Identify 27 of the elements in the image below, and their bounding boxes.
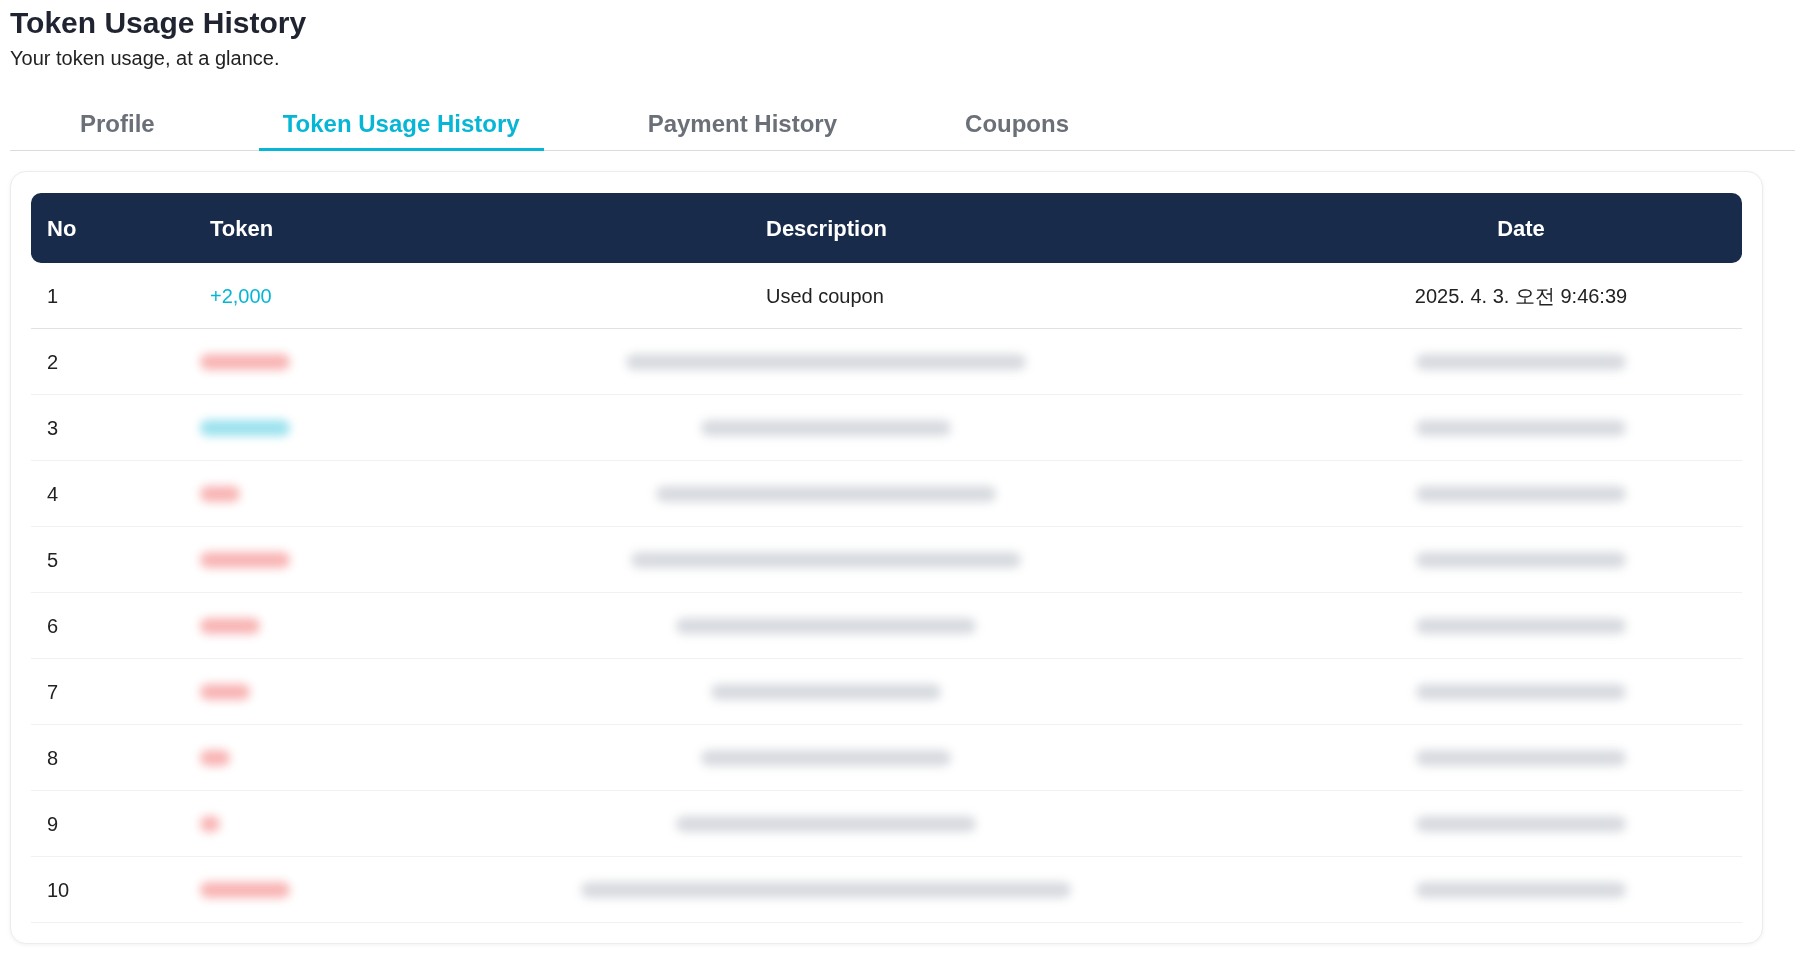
row-number: 1 <box>47 284 59 307</box>
page-title: Token Usage History <box>10 5 308 41</box>
redacted-token <box>200 683 250 700</box>
row-number: 10 <box>47 878 70 901</box>
page-subtitle: Your token usage, at a glance. <box>10 46 281 71</box>
row-number: 3 <box>47 416 59 439</box>
description-text: Used coupon <box>766 283 884 309</box>
column-header: Description <box>766 215 888 241</box>
row-number: 6 <box>47 614 59 637</box>
row-number: 2 <box>47 350 59 373</box>
tab[interactable]: Coupons <box>941 106 1094 151</box>
tab[interactable]: Payment History <box>623 106 862 151</box>
tab[interactable]: Profile <box>56 106 179 151</box>
redacted-token <box>200 815 220 832</box>
column-header: Token <box>210 215 274 241</box>
column-header: Date <box>1497 215 1545 241</box>
redacted-token <box>200 749 230 766</box>
redacted-token <box>200 617 260 634</box>
date-text: 2025. 4. 3. 오전 9:46:39 <box>1414 283 1628 309</box>
row-number: 4 <box>47 482 59 505</box>
row-number: 5 <box>47 548 59 571</box>
column-header: No <box>47 215 77 241</box>
row-number: 9 <box>47 812 59 835</box>
token-amount: +2,000 <box>210 283 272 309</box>
redacted-token <box>200 485 240 502</box>
row-number: 8 <box>47 746 59 769</box>
row-number: 7 <box>47 680 59 703</box>
